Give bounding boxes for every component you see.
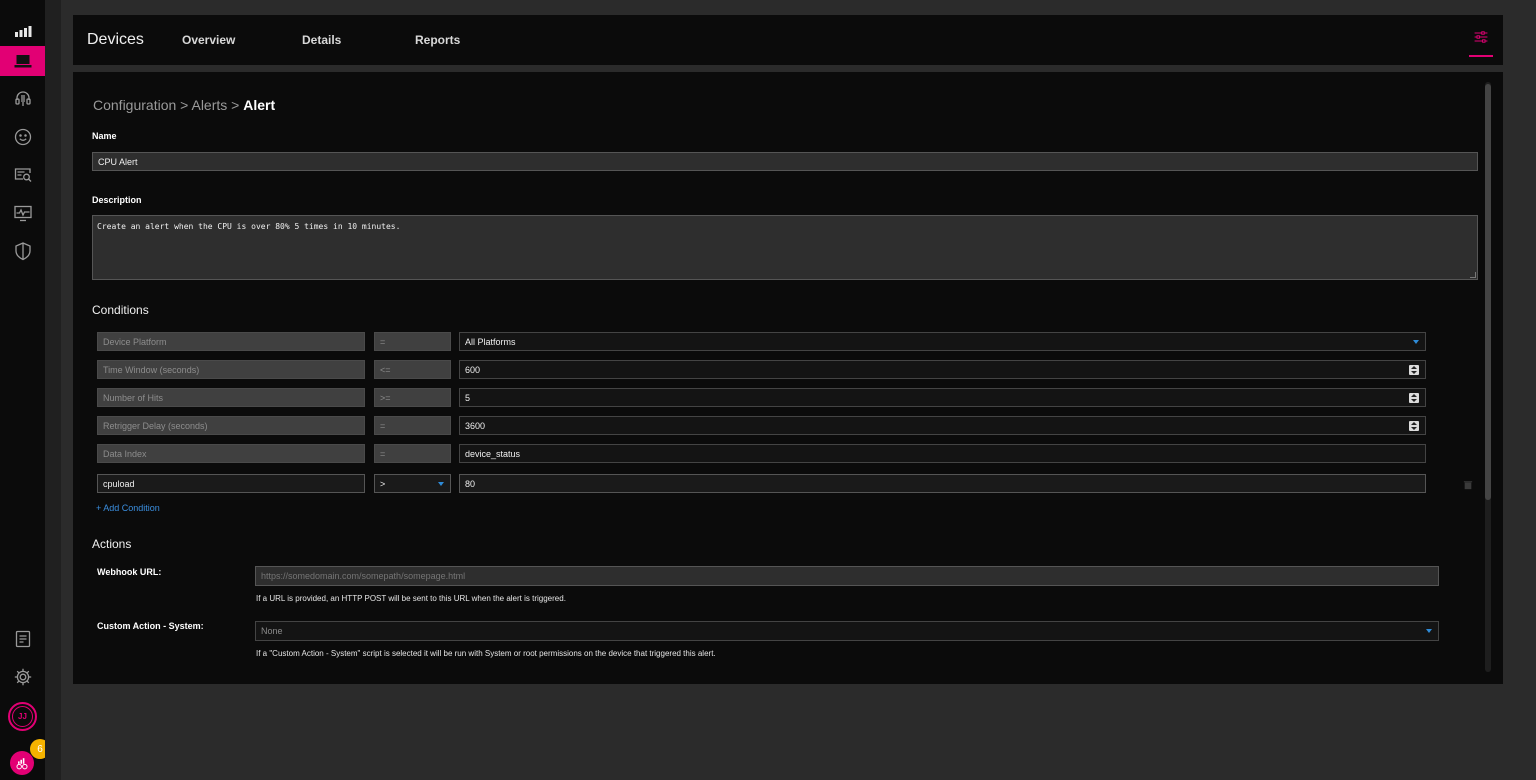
condition-field: Number of Hits (97, 388, 365, 407)
tab-details[interactable]: Details (302, 33, 415, 47)
condition-operator: = (374, 416, 451, 435)
chevron-down-icon (1413, 340, 1419, 344)
sidebar-gutter (45, 0, 61, 780)
add-condition-link[interactable]: + Add Condition (96, 503, 160, 513)
headset-icon[interactable] (0, 84, 45, 114)
condition-field-input[interactable]: cpuload (97, 474, 365, 493)
description-label: Description (92, 195, 142, 205)
condition-operator: > (380, 478, 386, 489)
name-field[interactable]: CPU Alert (92, 152, 1478, 171)
breadcrumb: Configuration > Alerts > Alert (93, 97, 275, 113)
breadcrumb-item-configuration[interactable]: Configuration (93, 97, 176, 113)
gear-icon[interactable] (0, 662, 45, 692)
notifications-button[interactable] (10, 751, 34, 775)
custom-action-select[interactable]: None (255, 621, 1439, 641)
condition-operator: = (374, 444, 451, 463)
breadcrumb-item-alerts[interactable]: Alerts (191, 97, 227, 113)
condition-operator: <= (374, 360, 451, 379)
condition-operator: = (374, 332, 451, 351)
conditions-title: Conditions (92, 303, 149, 317)
condition-operator-select[interactable]: > (374, 474, 451, 493)
condition-value: All Platforms (465, 336, 516, 347)
breadcrumb-separator: > (180, 97, 189, 113)
webhook-url-label: Webhook URL: (97, 567, 162, 577)
description-field[interactable]: Create an alert when the CPU is over 80%… (92, 215, 1478, 280)
scrollbar-thumb[interactable] (1485, 84, 1491, 500)
tab-overview[interactable]: Overview (182, 33, 302, 47)
smiley-icon[interactable] (0, 122, 45, 152)
condition-field: Retrigger Delay (seconds) (97, 416, 365, 435)
custom-action-value: None (261, 626, 283, 636)
laptop-icon[interactable] (0, 46, 45, 76)
avatar[interactable]: JJ (8, 702, 37, 731)
stepper-icon[interactable] (1409, 393, 1419, 403)
condition-value-select[interactable]: All Platforms (459, 332, 1426, 351)
actions-title: Actions (92, 537, 132, 551)
notes-icon[interactable] (0, 624, 45, 654)
condition-field: Device Platform (97, 332, 365, 351)
trash-icon (1463, 481, 1473, 490)
resize-handle[interactable] (1470, 272, 1476, 278)
webhook-url-input[interactable] (255, 566, 1439, 586)
custom-action-help-text: If a "Custom Action - System" script is … (256, 649, 716, 658)
delete-condition-button[interactable] (1463, 477, 1473, 495)
stepper-icon[interactable] (1409, 365, 1419, 375)
condition-value: 600 (465, 364, 481, 375)
condition-value-number[interactable]: 5 (459, 388, 1426, 407)
condition-value: 5 (465, 392, 471, 403)
custom-action-label: Custom Action - System: (97, 621, 204, 631)
sliders-icon (1474, 31, 1488, 43)
name-label: Name (92, 131, 117, 141)
avatar-initials: JJ (12, 706, 33, 727)
breadcrumb-separator: > (231, 97, 240, 113)
shield-icon[interactable] (0, 236, 45, 266)
webhook-help-text: If a URL is provided, an HTTP POST will … (256, 594, 566, 603)
page-title: Devices (87, 31, 144, 48)
condition-value-number[interactable]: 600 (459, 360, 1426, 379)
tab-reports[interactable]: Reports (415, 33, 495, 47)
condition-value-number[interactable]: 3600 (459, 416, 1426, 435)
description-text: Create an alert when the CPU is over 80%… (97, 222, 401, 231)
chevron-down-icon (1426, 629, 1432, 633)
top-bar: Devices Overview Details Reports (73, 15, 1503, 65)
monitor-pulse-icon[interactable] (0, 198, 45, 228)
condition-value: 3600 (465, 420, 486, 431)
condition-operator: >= (374, 388, 451, 407)
condition-value-text[interactable]: device_status (459, 444, 1426, 463)
search-screen-icon[interactable] (0, 160, 45, 190)
condition-value-input[interactable]: 80 (459, 474, 1426, 493)
stepper-icon[interactable] (1409, 421, 1419, 431)
notifications-icon (16, 758, 28, 770)
filter-settings-button[interactable] (1469, 29, 1493, 57)
chevron-down-icon (438, 482, 444, 486)
sidebar: JJ 6 (0, 0, 50, 780)
breadcrumb-current: Alert (243, 97, 276, 113)
condition-field: Data Index (97, 444, 365, 463)
signal-bars-icon[interactable] (0, 16, 45, 46)
condition-field: Time Window (seconds) (97, 360, 365, 379)
